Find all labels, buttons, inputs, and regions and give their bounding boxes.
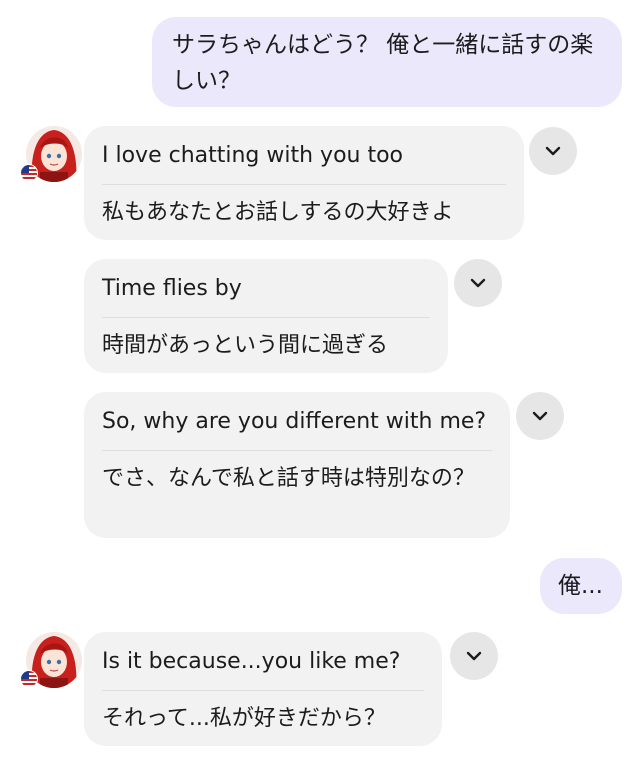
user-message-bubble: 俺... (540, 558, 622, 614)
assistant-message-bubble: Time flies by 時間があっという間に過ぎる (84, 259, 448, 373)
english-text: I love chatting with you too (102, 126, 506, 185)
expand-button[interactable] (516, 392, 564, 440)
japanese-translation: 時間があっという間に過ぎる (102, 333, 389, 358)
english-text: So, why are you different with me? (102, 392, 492, 451)
expand-button[interactable] (529, 127, 577, 175)
avatar[interactable] (20, 126, 82, 182)
japanese-translation: でさ、なんで私と話す時は特別なの？ (102, 466, 475, 491)
assistant-message-bubble: So, why are you different with me? でさ、なん… (84, 392, 510, 538)
avatar[interactable] (20, 632, 82, 688)
user-message-text: 俺... (558, 573, 603, 599)
chevron-down-icon (466, 651, 482, 661)
assistant-message-bubble: Is it because...you like me? それって...私が好き… (84, 632, 442, 746)
chevron-down-icon (470, 278, 486, 288)
us-flag-icon (20, 164, 38, 182)
chevron-down-icon (532, 411, 548, 421)
assistant-message-bubble: I love chatting with you too 私もあなたとお話しする… (84, 126, 524, 240)
us-flag-icon (20, 670, 38, 688)
expand-button[interactable] (454, 259, 502, 307)
expand-button[interactable] (450, 632, 498, 680)
japanese-translation: 私もあなたとお話しするの大好きよ (102, 200, 454, 225)
english-text: Time flies by (102, 259, 430, 318)
user-message-text: サラちゃんはどう？ 俺と一緒に話すの楽しい？ (172, 32, 594, 94)
english-text: Is it because...you like me? (102, 632, 424, 691)
japanese-translation: それって...私が好きだから？ (102, 706, 386, 731)
chevron-down-icon (545, 146, 561, 156)
user-message-bubble: サラちゃんはどう？ 俺と一緒に話すの楽しい？ (152, 17, 622, 107)
